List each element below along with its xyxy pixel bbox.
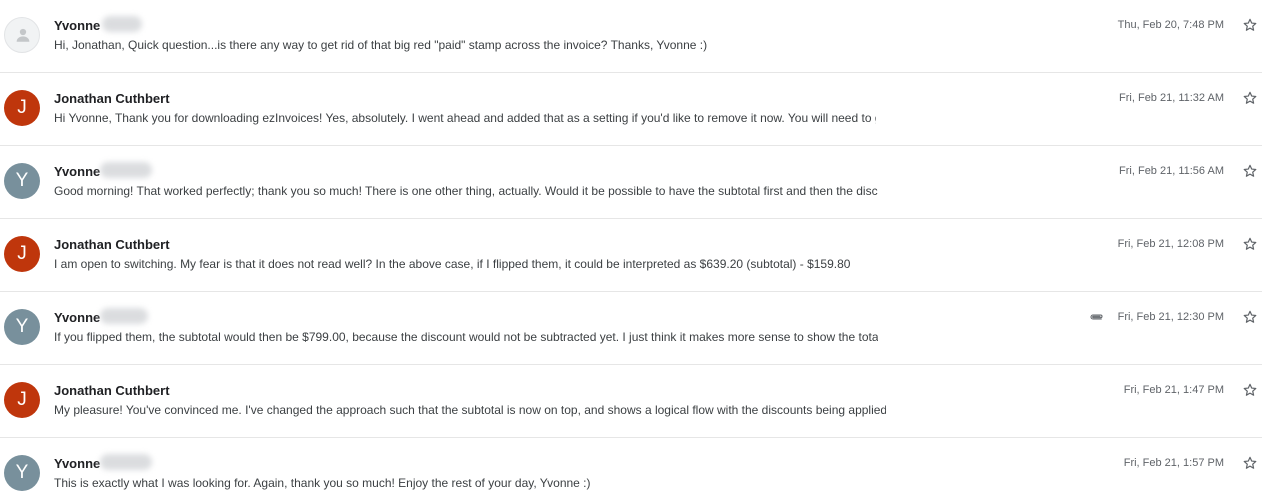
message-snippet: If you flipped them, the subtotal would … xyxy=(54,330,878,344)
message-row[interactable]: Y Yvonne This is exactly what I was look… xyxy=(0,438,1262,500)
message-snippet: Hi, Jonathan, Quick question...is there … xyxy=(54,38,708,52)
avatar[interactable]: Y xyxy=(4,455,40,491)
avatar[interactable]: Y xyxy=(4,163,40,199)
avatar[interactable] xyxy=(4,17,40,53)
message-row[interactable]: J Jonathan Cuthbert Hi Yvonne, Thank you… xyxy=(0,73,1262,146)
sender-name: Jonathan Cuthbert xyxy=(54,237,170,252)
message-date: Thu, Feb 20, 7:48 PM xyxy=(1117,19,1224,31)
message-row[interactable]: Y Yvonne If you flipped them, the subtot… xyxy=(0,292,1262,365)
redacted-surname xyxy=(100,308,148,324)
redacted-surname xyxy=(100,162,152,178)
message-date: Fri, Feb 21, 11:32 AM xyxy=(1119,92,1224,104)
sender-name: Yvonne xyxy=(54,456,101,471)
message-snippet: Hi Yvonne, Thank you for downloading ezI… xyxy=(54,111,876,125)
message-snippet: This is exactly what I was looking for. … xyxy=(54,476,591,490)
message-row[interactable]: J Jonathan Cuthbert My pleasure! You've … xyxy=(0,365,1262,438)
message-thread: Yvonne Hi, Jonathan, Quick question...is… xyxy=(0,0,1278,500)
star-icon[interactable] xyxy=(1242,17,1258,33)
message-date: Fri, Feb 21, 1:57 PM xyxy=(1123,457,1224,469)
sender-name: Jonathan Cuthbert xyxy=(54,383,170,398)
message-snippet: My pleasure! You've convinced me. I've c… xyxy=(54,403,886,417)
star-icon[interactable] xyxy=(1242,455,1258,471)
star-icon[interactable] xyxy=(1242,382,1258,398)
redacted-surname xyxy=(102,16,142,32)
message-snippet: I am open to switching. My fear is that … xyxy=(54,257,850,271)
message-row[interactable]: J Jonathan Cuthbert I am open to switchi… xyxy=(0,219,1262,292)
sender-name: Jonathan Cuthbert xyxy=(54,91,170,106)
star-icon[interactable] xyxy=(1242,309,1258,325)
avatar[interactable]: Y xyxy=(4,309,40,345)
star-icon[interactable] xyxy=(1242,236,1258,252)
star-icon[interactable] xyxy=(1242,90,1258,106)
sender-name: Yvonne xyxy=(54,18,101,33)
paperclip-icon xyxy=(1090,314,1103,320)
avatar[interactable]: J xyxy=(4,382,40,418)
message-row[interactable]: Yvonne Hi, Jonathan, Quick question...is… xyxy=(0,0,1262,73)
message-date: Fri, Feb 21, 12:30 PM xyxy=(1117,311,1224,323)
avatar[interactable]: J xyxy=(4,236,40,272)
message-date: Fri, Feb 21, 1:47 PM xyxy=(1123,384,1224,396)
person-icon xyxy=(16,28,30,42)
message-date: Fri, Feb 21, 12:08 PM xyxy=(1117,238,1224,250)
sender-name: Yvonne xyxy=(54,310,101,325)
star-icon[interactable] xyxy=(1242,163,1258,179)
message-date: Fri, Feb 21, 11:56 AM xyxy=(1119,165,1224,177)
sender-name: Yvonne xyxy=(54,164,101,179)
message-snippet: Good morning! That worked perfectly; tha… xyxy=(54,184,878,198)
message-row[interactable]: Y Yvonne Good morning! That worked perfe… xyxy=(0,146,1262,219)
avatar[interactable]: J xyxy=(4,90,40,126)
redacted-surname xyxy=(100,454,152,470)
